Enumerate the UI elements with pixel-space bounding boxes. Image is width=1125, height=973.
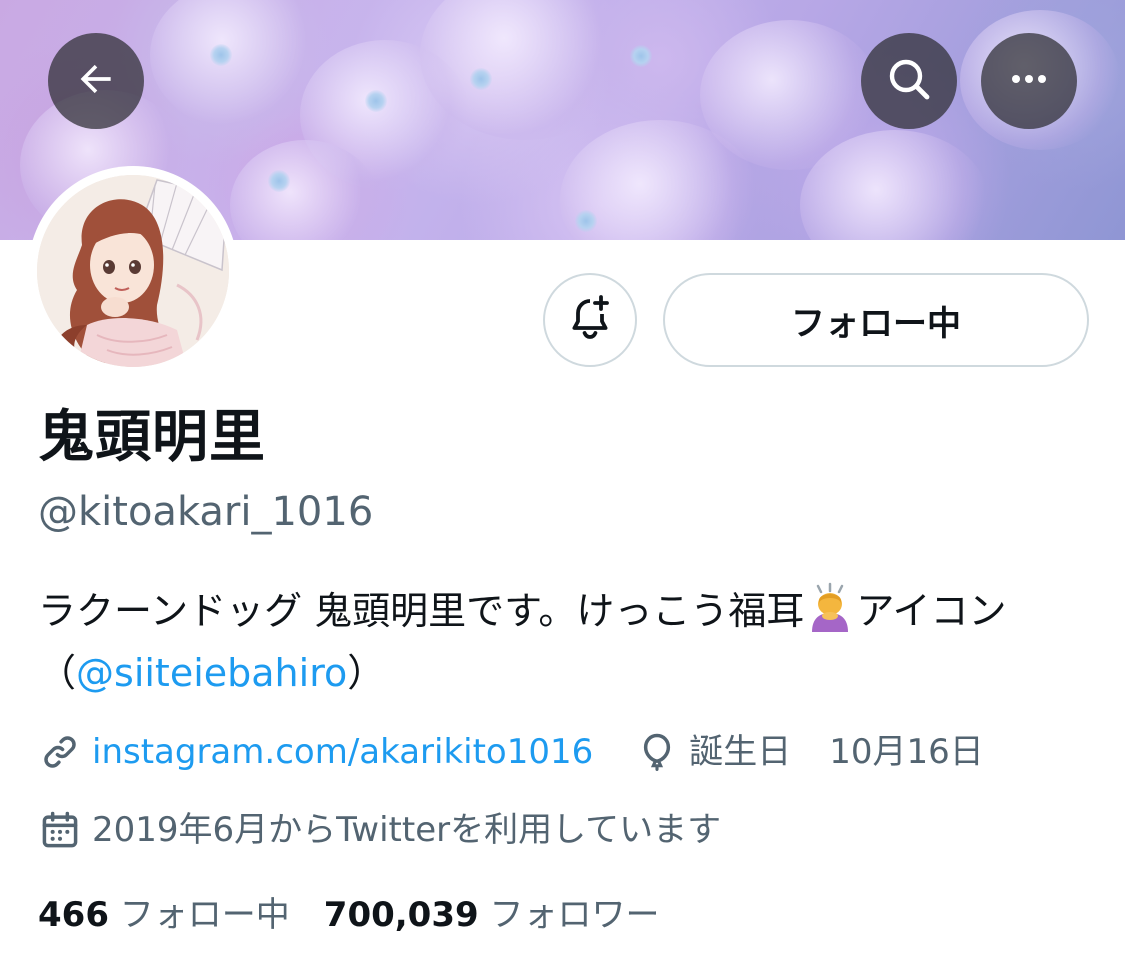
bell-plus-icon <box>566 294 614 346</box>
more-horizontal-icon <box>1005 55 1053 107</box>
person-bowing-emoji <box>804 582 856 634</box>
bio-close-paren: ） <box>347 651 386 695</box>
follow-stats: 466 フォロー中 700,039 フォロワー <box>38 892 659 938</box>
arrow-left-icon <box>74 57 118 105</box>
display-name: 鬼頭明里 <box>38 405 266 470</box>
profile-meta-row: instagram.com/akarikito1016 誕生日 10月16日 <box>38 730 984 774</box>
following-count: 466 <box>38 895 109 935</box>
user-handle: @kitoakari_1016 <box>38 489 374 535</box>
balloon-icon <box>635 730 679 774</box>
link-icon <box>38 730 82 774</box>
bio: ラクーンドッグ 鬼頭明里です。けっこう福耳 アイコン（@siiteiebahir… <box>38 580 1098 704</box>
search-button[interactable] <box>861 33 957 129</box>
back-button[interactable] <box>48 33 144 129</box>
following-label: フォロー中 <box>119 895 290 935</box>
followers-count: 700,039 <box>323 895 479 935</box>
calendar-icon <box>38 808 82 852</box>
avatar-frame[interactable] <box>28 166 238 376</box>
bio-text: ラクーンドッグ 鬼頭明里です。けっこう福耳 <box>38 589 805 633</box>
joined-row: 2019年6月からTwitterを利用しています <box>38 808 721 852</box>
avatar[interactable] <box>37 175 229 367</box>
bio-mention-link[interactable]: @siiteiebahiro <box>76 651 347 695</box>
search-icon <box>885 55 933 107</box>
followers-label: フォロワー <box>489 895 660 935</box>
birthday-value: 10月16日 <box>829 732 984 772</box>
notifications-button[interactable] <box>543 273 637 367</box>
following-stat[interactable]: 466 フォロー中 <box>38 895 290 935</box>
following-button[interactable]: フォロー中 <box>663 273 1089 367</box>
website-link[interactable]: instagram.com/akarikito1016 <box>92 730 593 774</box>
joined-date: 2019年6月からTwitterを利用しています <box>92 810 722 850</box>
more-button[interactable] <box>981 33 1077 129</box>
followers-stat[interactable]: 700,039 フォロワー <box>324 895 660 935</box>
birthday-label: 誕生日 <box>689 732 792 772</box>
